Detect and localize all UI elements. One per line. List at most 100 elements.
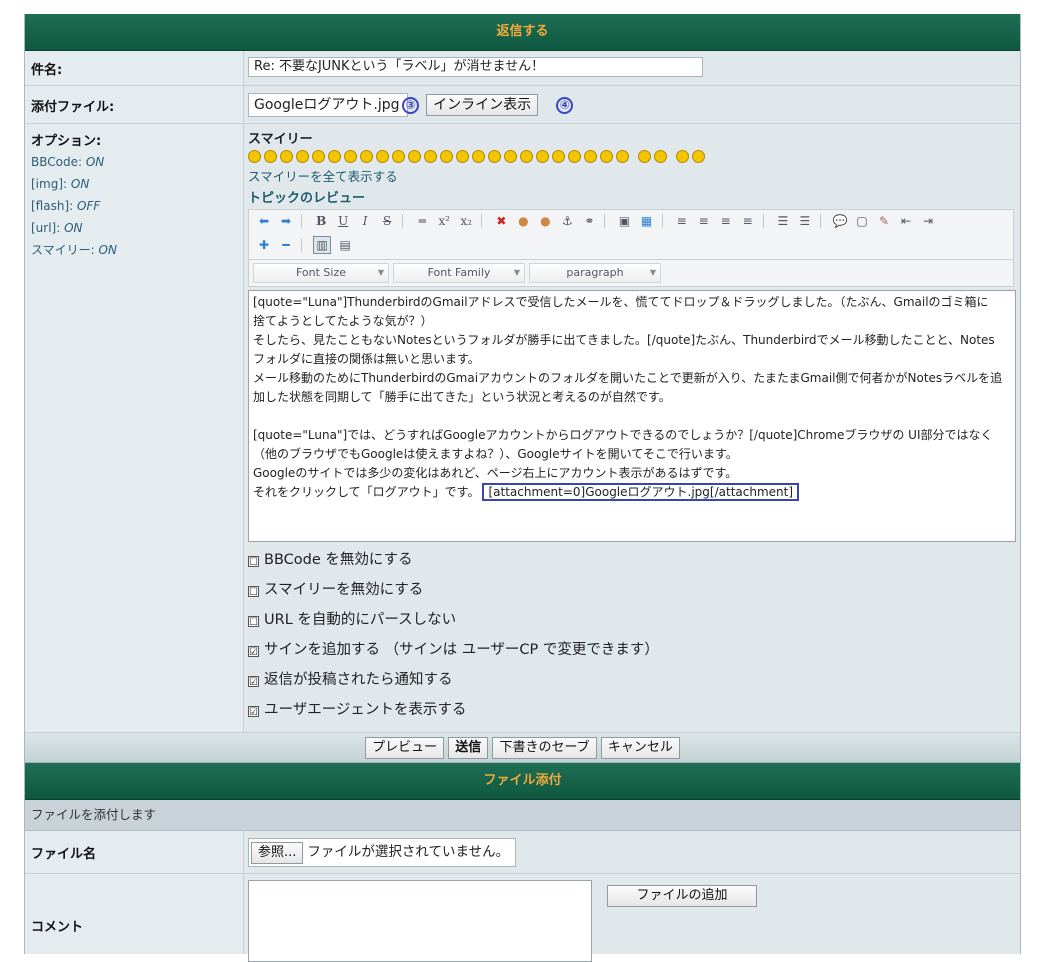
zoom-out-icon[interactable]: ━ bbox=[278, 237, 294, 253]
paragraph-select[interactable]: paragraph ▼ bbox=[529, 263, 661, 283]
cleanup-icon[interactable]: ✎ bbox=[876, 213, 892, 229]
topic-review-link[interactable]: トピックのレビュー bbox=[248, 187, 1018, 206]
redo-icon[interactable]: ➡ bbox=[278, 213, 294, 229]
posting-form: 返信する 件名: Re: 不要なJUNKという「ラベル」が消せません！ 添付ファ… bbox=[24, 14, 1021, 962]
checkbox-no-url-parse[interactable]: ☐ URL を自動的にパースしない bbox=[248, 605, 1018, 635]
indent-icon[interactable]: ⇥ bbox=[920, 213, 936, 229]
fullscreen-icon[interactable]: ▤ bbox=[337, 237, 353, 253]
outdent-icon[interactable]: ⇤ bbox=[898, 213, 914, 229]
font-size-select[interactable]: Font Size ▼ bbox=[253, 263, 389, 283]
marker-4: ④ bbox=[556, 96, 574, 114]
smiley-icon[interactable] bbox=[408, 150, 421, 163]
smiley-icon[interactable] bbox=[360, 150, 373, 163]
show-all-smilies-link[interactable]: スマイリーを全て表示する bbox=[248, 166, 1018, 185]
save-draft-button[interactable]: 下書きのセーブ bbox=[492, 737, 597, 759]
checkbox-show-user-agent[interactable]: ☑ ユーザエージェントを表示する bbox=[248, 695, 1018, 725]
subscript-icon[interactable]: x₂ bbox=[458, 213, 474, 229]
align-right-icon[interactable]: ≡ bbox=[718, 213, 734, 229]
align-justify-icon[interactable]: ≡ bbox=[740, 213, 756, 229]
attachment-file-select[interactable]: Googleログアウト.jpg bbox=[248, 93, 408, 117]
checkbox-notify-reply[interactable]: ☑ 返信が投稿されたら通知する bbox=[248, 665, 1018, 695]
options-panel: オプション: BBCode: ON [img]: ON [flash]: OFF… bbox=[25, 124, 244, 732]
smiley-icon[interactable] bbox=[616, 150, 629, 163]
image-icon[interactable]: ▣ bbox=[617, 213, 633, 229]
attach-subheader: ファイルを添付します bbox=[25, 800, 1020, 831]
smiley-icon[interactable] bbox=[520, 150, 533, 163]
smiley-icon[interactable] bbox=[296, 150, 309, 163]
options-list: BBCode: ON [img]: ON [flash]: OFF [url]:… bbox=[31, 151, 237, 261]
smiley-icon[interactable] bbox=[504, 150, 517, 163]
preview-button[interactable]: プレビュー bbox=[365, 737, 445, 759]
comment-row: コメント ファイルの追加 bbox=[25, 874, 1020, 962]
ordered-list-icon[interactable]: ☰ bbox=[775, 213, 791, 229]
unordered-list-icon[interactable]: ☰ bbox=[797, 213, 813, 229]
smiley-icon[interactable] bbox=[536, 150, 549, 163]
underline-icon[interactable]: U bbox=[335, 213, 351, 229]
checkbox-icon[interactable]: ☐ bbox=[248, 586, 259, 598]
smiley-icon[interactable] bbox=[344, 150, 357, 163]
smiley-icon[interactable] bbox=[676, 150, 689, 163]
checkbox-icon[interactable]: ☑ bbox=[248, 676, 259, 688]
checkbox-icon[interactable]: ☑ bbox=[248, 706, 259, 718]
editor-line: [quote="Luna"]では、どうすればGoogleアカウントからログアウト… bbox=[253, 428, 993, 442]
checkbox-attach-signature[interactable]: ☑ サインを追加する （サインは ユーザーCP で変更できます） bbox=[248, 635, 1018, 665]
smiley-icon[interactable] bbox=[600, 150, 613, 163]
smiley-icon[interactable] bbox=[424, 150, 437, 163]
browse-button[interactable]: 参照... bbox=[251, 842, 304, 864]
smiley-icon[interactable] bbox=[248, 150, 261, 163]
smiley-icon[interactable] bbox=[488, 150, 501, 163]
code-icon[interactable]: ▢ bbox=[854, 213, 870, 229]
smiley-icon[interactable] bbox=[280, 150, 293, 163]
align-center-icon[interactable]: ≡ bbox=[696, 213, 712, 229]
file-input[interactable]: 参照... ファイルが選択されていません。 bbox=[248, 838, 517, 867]
add-file-button[interactable]: ファイルの追加 bbox=[607, 885, 757, 907]
smiley-icon[interactable] bbox=[328, 150, 341, 163]
comment-textarea[interactable] bbox=[248, 880, 592, 962]
attachment-file-name: Googleログアウト.jpg bbox=[254, 97, 400, 113]
editor-line: 加した状態を同期して「勝手に出てきた」という状況と考えるのが自然です。 bbox=[253, 390, 671, 404]
smiley-icon[interactable] bbox=[456, 150, 469, 163]
source-icon[interactable]: ▥ bbox=[313, 236, 332, 254]
bold-icon[interactable]: B bbox=[313, 213, 329, 229]
checkbox-icon[interactable]: ☐ bbox=[248, 616, 259, 628]
align-left-icon[interactable]: ≡ bbox=[674, 213, 690, 229]
undo-icon[interactable]: ⬅ bbox=[256, 213, 272, 229]
text-color-icon[interactable]: ● bbox=[515, 213, 531, 229]
horizontal-rule-icon[interactable]: ═ bbox=[414, 213, 430, 229]
background-color-icon[interactable]: ● bbox=[537, 213, 553, 229]
submit-bar: プレビュー 送信 下書きのセーブ キャンセル bbox=[25, 733, 1020, 763]
smiley-icon[interactable] bbox=[312, 150, 325, 163]
remove-format-icon[interactable]: ✖ bbox=[493, 213, 509, 229]
subject-input[interactable]: Re: 不要なJUNKという「ラベル」が消せません！ bbox=[248, 57, 703, 77]
checkbox-disable-smilies[interactable]: ☐ スマイリーを無効にする bbox=[248, 575, 1018, 605]
inline-display-button[interactable]: インライン表示 bbox=[426, 94, 539, 116]
italic-icon[interactable]: I bbox=[357, 213, 373, 229]
smiley-icon[interactable] bbox=[654, 150, 667, 163]
superscript-icon[interactable]: x² bbox=[436, 213, 452, 229]
smiley-icon[interactable] bbox=[584, 150, 597, 163]
smiley-icon[interactable] bbox=[692, 150, 705, 163]
smiley-icon[interactable] bbox=[472, 150, 485, 163]
send-button[interactable]: 送信 bbox=[448, 737, 489, 759]
message-editor[interactable]: [quote="Luna"]ThunderbirdのGmailアドレスで受信した… bbox=[248, 290, 1016, 542]
zoom-in-icon[interactable]: ✚ bbox=[256, 237, 272, 253]
unlink-icon[interactable]: ⚭ bbox=[581, 213, 597, 229]
checkbox-disable-bbcode[interactable]: ☐ BBCode を無効にする bbox=[248, 545, 1018, 575]
cancel-button[interactable]: キャンセル bbox=[600, 737, 680, 759]
smiley-icon[interactable] bbox=[568, 150, 581, 163]
smiley-icon[interactable] bbox=[392, 150, 405, 163]
smiley-icon[interactable] bbox=[552, 150, 565, 163]
anchor-icon[interactable]: ⚓ bbox=[559, 213, 575, 229]
smiley-icon[interactable] bbox=[440, 150, 453, 163]
smiley-icon[interactable] bbox=[376, 150, 389, 163]
checkbox-icon[interactable]: ☐ bbox=[248, 556, 259, 568]
checkbox-icon[interactable]: ☑ bbox=[248, 646, 259, 658]
quote-icon[interactable]: 💬 bbox=[832, 213, 848, 229]
smiley-icon[interactable] bbox=[638, 150, 651, 163]
smilies-bar bbox=[248, 149, 1018, 165]
smiley-icon[interactable] bbox=[264, 150, 277, 163]
media-icon[interactable]: ▦ bbox=[639, 213, 655, 229]
strikethrough-icon[interactable]: S bbox=[379, 213, 395, 229]
font-family-select[interactable]: Font Family ▼ bbox=[393, 263, 525, 283]
